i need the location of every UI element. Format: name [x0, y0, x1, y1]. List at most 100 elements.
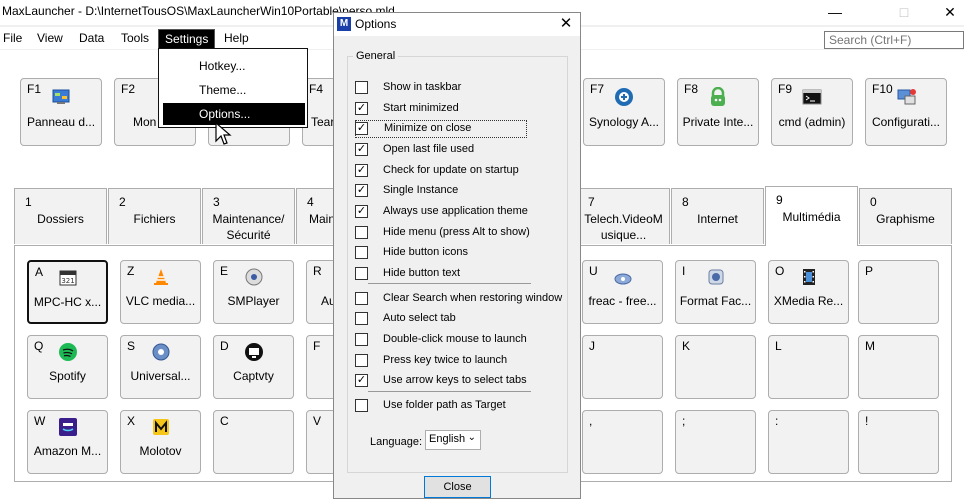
grid-button-d[interactable]: D Captvty — [213, 335, 294, 399]
tab-label: Maintenance/ Sécurité — [212, 212, 285, 242]
tab-multimedia[interactable]: 9 Multimédia — [765, 186, 858, 246]
grid-button-m[interactable]: M — [858, 335, 939, 399]
option-auto-select-tab[interactable]: Auto select tab — [355, 311, 555, 327]
option-hide-menu[interactable]: Hide menu (press Alt to show) — [355, 225, 555, 241]
menu-file[interactable]: File — [0, 29, 28, 49]
checkbox-checked[interactable]: ✓ — [355, 205, 368, 218]
close-button[interactable]: Close — [424, 476, 491, 498]
option-single-instance[interactable]: ✓ Single Instance — [355, 183, 555, 199]
grid-button-exclamation[interactable]: ! — [858, 410, 939, 474]
key-label: E — [220, 264, 229, 278]
vpn-lock-icon — [711, 87, 725, 106]
checkbox[interactable] — [355, 292, 368, 305]
key-label: : — [775, 414, 779, 428]
checkbox-checked[interactable]: ✓ — [355, 122, 368, 135]
checkbox-checked[interactable]: ✓ — [355, 143, 368, 156]
option-start-minimized[interactable]: ✓ Start minimized — [355, 101, 555, 117]
grid-button-j[interactable]: J — [582, 335, 663, 399]
grid-button-colon[interactable]: : — [768, 410, 849, 474]
key-label: D — [220, 339, 229, 353]
checkbox[interactable] — [355, 267, 368, 280]
grid-label: freac - free... — [588, 294, 657, 308]
checkbox-checked[interactable]: ✓ — [355, 164, 368, 177]
key-label: V — [313, 414, 322, 428]
option-minimize-on-close[interactable]: ✓ Minimize on close — [355, 120, 527, 138]
maximize-button[interactable]: □ — [881, 0, 927, 25]
tab-maintenance[interactable]: 3 Maintenance/ Sécurité — [202, 188, 295, 244]
minimize-button[interactable]: — — [812, 0, 858, 25]
close-window-button[interactable]: ✕ — [927, 0, 964, 25]
option-hide-button-text[interactable]: Hide button text — [355, 266, 555, 282]
key-label: F10 — [872, 82, 893, 96]
grid-button-p[interactable]: P — [858, 260, 939, 324]
checkbox[interactable] — [355, 312, 368, 325]
checkbox-checked[interactable]: ✓ — [355, 184, 368, 197]
grid-button-k[interactable]: K — [675, 335, 756, 399]
menu-item-hotkey[interactable]: Hotkey... — [163, 55, 305, 77]
language-select[interactable]: English ⌄ — [425, 430, 481, 450]
grid-button-u[interactable]: U freac - free... — [582, 260, 663, 324]
option-always-use-theme[interactable]: ✓ Always use application theme — [355, 204, 555, 220]
fkey-button-f8[interactable]: F8 Private Inte... — [677, 78, 759, 146]
menu-help[interactable]: Help — [218, 29, 255, 49]
grid-button-a[interactable]: A 321 MPC-HC x... — [27, 260, 108, 324]
menu-settings[interactable]: Settings — [158, 29, 216, 49]
checkbox[interactable] — [355, 333, 368, 346]
option-open-last-file[interactable]: ✓ Open last file used — [355, 142, 555, 158]
option-press-key-twice[interactable]: Press key twice to launch — [355, 353, 555, 369]
grid-label: Spotify — [49, 369, 86, 383]
menu-tools[interactable]: Tools — [115, 29, 155, 49]
fkey-button-f9[interactable]: F9 cmd (admin) — [771, 78, 853, 146]
grid-button-l[interactable]: L — [768, 335, 849, 399]
dialog-title-bar: M Options ✕ — [334, 13, 580, 36]
grid-button-o[interactable]: O XMedia Re... — [768, 260, 849, 324]
tab-internet[interactable]: 8 Internet — [671, 188, 764, 244]
option-check-for-update[interactable]: ✓ Check for update on startup — [355, 163, 555, 179]
checkbox[interactable] — [355, 246, 368, 259]
option-hide-button-icons[interactable]: Hide button icons — [355, 245, 555, 261]
checkbox-checked[interactable]: ✓ — [355, 374, 368, 387]
menu-view[interactable]: View — [31, 29, 69, 49]
option-clear-search[interactable]: Clear Search when restoring window — [355, 291, 562, 307]
search-input[interactable] — [824, 31, 964, 49]
menu-data[interactable]: Data — [73, 29, 110, 49]
menu-item-theme[interactable]: Theme... — [163, 79, 305, 101]
option-show-in-taskbar[interactable]: Show in taskbar — [355, 80, 555, 96]
grid-button-e[interactable]: E SMPlayer — [213, 260, 294, 324]
option-double-click-launch[interactable]: Double-click mouse to launch — [355, 332, 555, 348]
checkbox[interactable] — [355, 399, 368, 412]
tab-number: 2 — [119, 195, 126, 209]
key-label: Z — [127, 264, 135, 278]
grid-button-q[interactable]: Q Spotify — [27, 335, 108, 399]
checkbox-checked[interactable]: ✓ — [355, 102, 368, 115]
grid-button-c[interactable]: C — [213, 410, 294, 474]
grid-button-w[interactable]: W Amazon M... — [27, 410, 108, 474]
option-folder-path-target[interactable]: Use folder path as Target — [355, 398, 555, 414]
option-arrow-keys-tabs[interactable]: ✓ Use arrow keys to select tabs — [355, 373, 555, 389]
fkey-label: Configurati... — [871, 115, 941, 129]
grid-button-i[interactable]: I Format Fac... — [675, 260, 756, 324]
tab-label: Multimédia — [782, 210, 841, 224]
grid-button-z[interactable]: Z VLC media... — [120, 260, 201, 324]
tab-dossiers[interactable]: 1 Dossiers — [14, 188, 107, 244]
fkey-button-f1[interactable]: F1 Panneau d... — [20, 78, 102, 146]
checkbox[interactable] — [355, 226, 368, 239]
fkey-button-f10[interactable]: F10 Configurati... — [865, 78, 947, 146]
tab-telech-videomusique[interactable]: 7 Telech.VideoM usique... — [577, 188, 670, 244]
menu-item-options[interactable]: Options... — [163, 103, 305, 125]
grid-button-s[interactable]: S Universal... — [120, 335, 201, 399]
tab-graphisme[interactable]: 0 Graphisme — [859, 188, 952, 244]
tab-fichiers[interactable]: 2 Fichiers — [108, 188, 201, 244]
checkbox[interactable] — [355, 354, 368, 367]
grid-button-comma[interactable]: , — [582, 410, 663, 474]
grid-button-x[interactable]: X Molotov — [120, 410, 201, 474]
checkbox[interactable] — [355, 81, 368, 94]
group-label: General — [353, 50, 399, 62]
key-label: F2 — [121, 82, 136, 96]
molotov-icon — [152, 419, 169, 435]
fkey-label: Panneau d... — [26, 115, 96, 129]
dialog-close-icon[interactable]: ✕ — [556, 14, 576, 32]
key-label: ; — [682, 414, 686, 428]
grid-button-semicolon[interactable]: ; — [675, 410, 756, 474]
fkey-button-f7[interactable]: F7 Synology A... — [583, 78, 665, 146]
